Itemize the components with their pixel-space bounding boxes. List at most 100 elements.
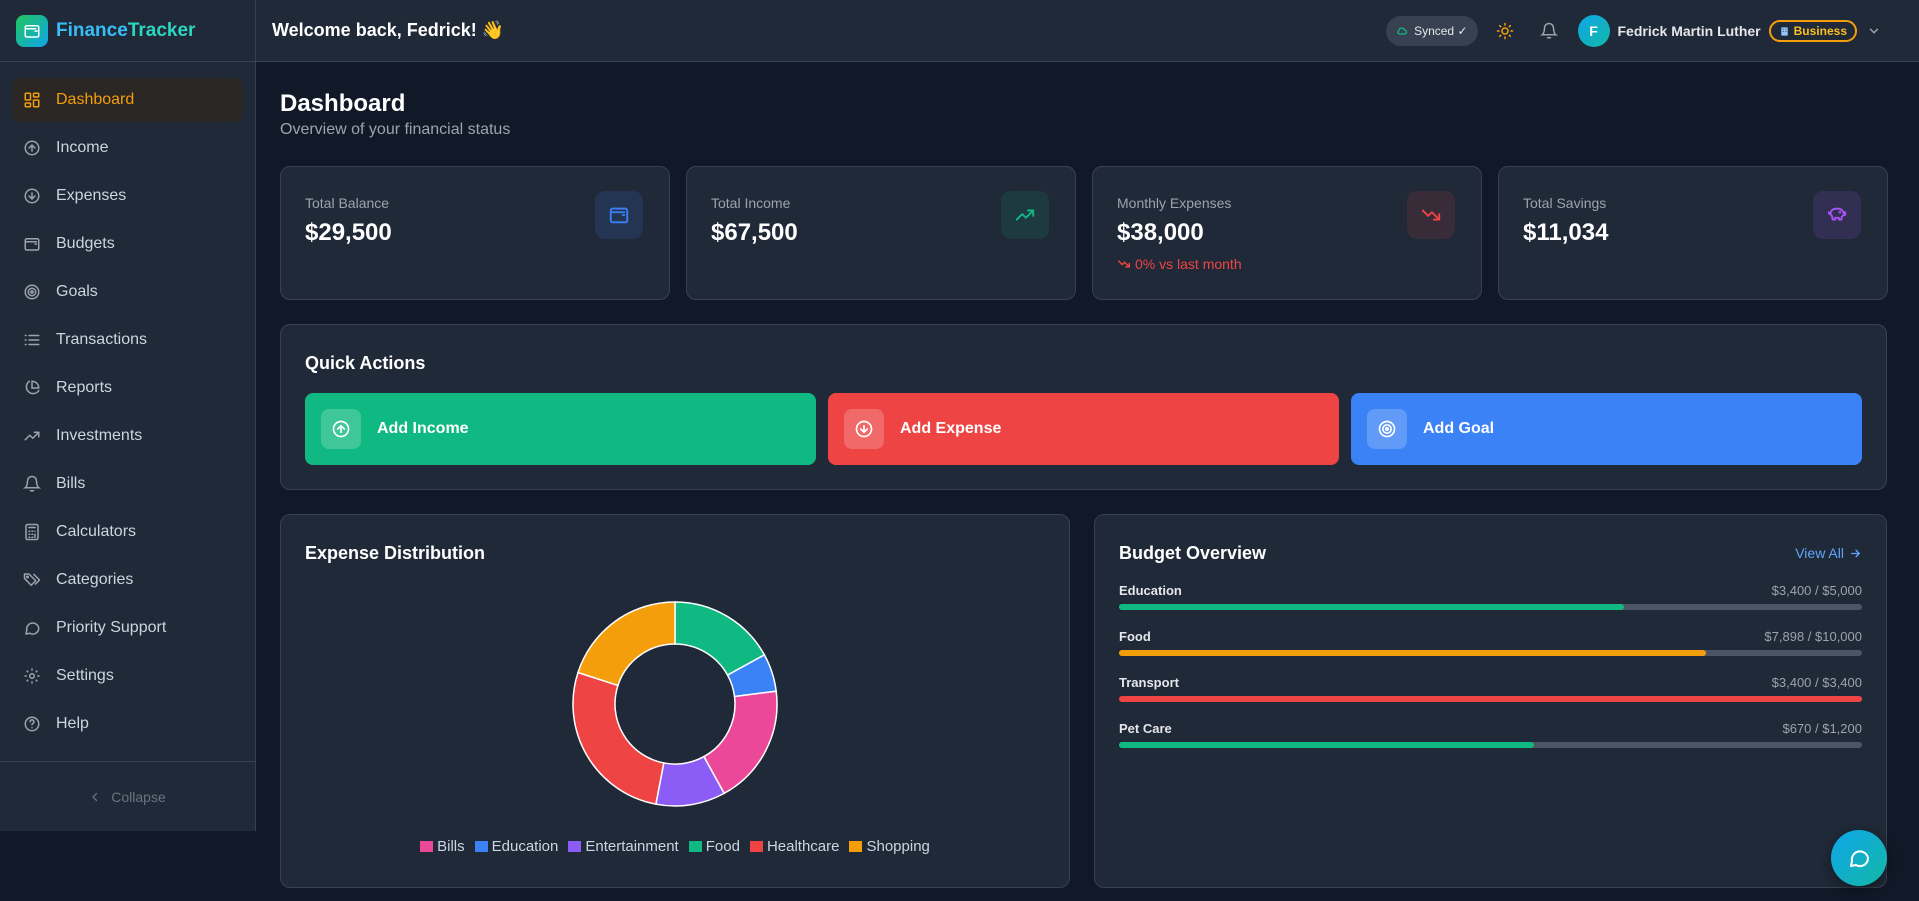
sun-icon	[1496, 22, 1514, 40]
chat-support-button[interactable]	[1831, 830, 1887, 886]
list-icon	[22, 330, 42, 350]
legend-swatch	[688, 841, 702, 852]
trending-up-icon	[22, 426, 42, 446]
add-goal-button[interactable]: Add Goal	[1351, 393, 1862, 465]
add-expense-button[interactable]: Add Expense	[828, 393, 1339, 465]
brand[interactable]: FinanceTracker	[0, 0, 255, 62]
user-name[interactable]: Fedrick Martin Luther	[1618, 23, 1761, 39]
budget-progress-track	[1119, 696, 1862, 702]
donut-slice-shopping[interactable]	[577, 601, 676, 687]
sidebar-item-income[interactable]: Income	[12, 126, 243, 170]
expense-distribution-title: Expense Distribution	[305, 543, 486, 563]
bell-icon	[1539, 22, 1558, 40]
budget-row-education[interactable]: Education $3,400 / $5,000	[1119, 583, 1862, 610]
page-title: Dashboard	[280, 90, 406, 117]
chat-bubble-icon	[1847, 846, 1871, 870]
budget-amount: $7,898 / $10,000	[1764, 629, 1862, 644]
budget-row-header: Education $3,400 / $5,000	[1119, 583, 1862, 598]
legend-item-education[interactable]: Education	[474, 838, 559, 855]
legend-swatch	[749, 841, 763, 852]
legend-swatch	[474, 841, 488, 852]
budget-row-header: Transport $3,400 / $3,400	[1119, 675, 1862, 690]
donut-slice-healthcare[interactable]	[572, 671, 665, 806]
avatar[interactable]: F	[1577, 15, 1610, 47]
dashboard-grid-icon	[22, 90, 42, 110]
view-all-link[interactable]: View All	[1795, 545, 1862, 561]
legend-label: Education	[491, 838, 559, 855]
budget-row-transport[interactable]: Transport $3,400 / $3,400	[1119, 675, 1862, 702]
budget-progress-fill	[1119, 604, 1625, 610]
collapse-button[interactable]: Collapse	[0, 761, 255, 831]
sidebar-item-priority-support[interactable]: Priority Support	[12, 606, 243, 650]
chevron-down-icon[interactable]	[1867, 24, 1881, 38]
legend-item-shopping[interactable]: Shopping	[849, 838, 930, 855]
legend-item-healthcare[interactable]: Healthcare	[749, 838, 840, 855]
sync-status-badge[interactable]: Synced ✓	[1386, 16, 1478, 46]
sidebar-item-label: Dashboard	[56, 91, 135, 108]
theme-toggle-button[interactable]	[1488, 14, 1522, 48]
sidebar-item-bills[interactable]: Bills	[12, 462, 243, 506]
sidebar-item-label: Income	[56, 139, 109, 156]
help-circle-icon	[22, 714, 42, 734]
brand-name-part1: Finance	[56, 19, 128, 41]
sidebar-item-transactions[interactable]: Transactions	[12, 318, 243, 362]
add-goal-label: Add Goal	[1423, 420, 1495, 437]
quick-actions-title: Quick Actions	[305, 353, 426, 373]
calculator-icon	[22, 522, 42, 542]
wallet-icon	[22, 234, 42, 254]
budget-row-food[interactable]: Food $7,898 / $10,000	[1119, 629, 1862, 656]
sidebar-item-help[interactable]: Help	[12, 702, 243, 746]
wallet-icon	[595, 191, 643, 239]
gear-icon	[22, 666, 42, 686]
sidebar-item-goals[interactable]: Goals	[12, 270, 243, 314]
sidebar-item-label: Categories	[56, 571, 134, 588]
quick-actions-panel: Quick Actions Add Income Add Expense Add…	[280, 324, 1887, 490]
sidebar-item-categories[interactable]: Categories	[12, 558, 243, 602]
legend-item-food[interactable]: Food	[688, 838, 740, 855]
stat-label: Total Balance	[305, 195, 390, 211]
budget-progress-fill	[1119, 650, 1706, 656]
budget-progress-fill	[1119, 696, 1862, 702]
sidebar-item-investments[interactable]: Investments	[12, 414, 243, 458]
arrow-down-circle-icon	[22, 186, 42, 206]
sidebar-item-budgets[interactable]: Budgets	[12, 222, 243, 266]
arrow-up-circle-icon	[22, 138, 42, 158]
budget-amount: $670 / $1,200	[1782, 721, 1862, 736]
stat-card-monthly-expenses: Monthly Expenses $38,000 0% vs last mont…	[1092, 166, 1482, 300]
sidebar-item-reports[interactable]: Reports	[12, 366, 243, 410]
legend-item-bills[interactable]: Bills	[420, 838, 465, 855]
budget-overview-panel: Budget Overview View All Education $3,400…	[1094, 514, 1887, 888]
add-income-button[interactable]: Add Income	[305, 393, 816, 465]
budget-category: Education	[1119, 583, 1182, 598]
legend-label: Shopping	[866, 838, 930, 855]
sidebar-item-expenses[interactable]: Expenses	[12, 174, 243, 218]
sidebar-item-label: Expenses	[56, 187, 127, 204]
notifications-button[interactable]	[1532, 14, 1566, 48]
sidebar-item-label: Help	[56, 715, 89, 732]
sidebar-item-label: Calculators	[56, 523, 137, 540]
stat-card-total-balance: Total Balance $29,500	[280, 166, 670, 300]
sidebar-item-label: Settings	[56, 667, 114, 684]
chart-legend: Bills Education Entertainment Food Healthcar…	[281, 838, 1069, 855]
sidebar-item-label: Reports	[56, 379, 113, 396]
sidebar-item-calculators[interactable]: Calculators	[12, 510, 243, 554]
legend-item-entertainment[interactable]: Entertainment	[568, 838, 679, 855]
stat-label: Total Income	[711, 195, 791, 211]
budget-row-pet-care[interactable]: Pet Care $670 / $1,200	[1119, 721, 1862, 748]
sidebar-item-label: Investments	[56, 427, 143, 444]
sidebar-item-dashboard[interactable]: Dashboard	[12, 78, 243, 122]
arrow-down-circle-icon	[844, 409, 884, 449]
stat-value: $38,000	[1117, 219, 1204, 246]
trending-down-icon	[1407, 191, 1455, 239]
sidebar-item-settings[interactable]: Settings	[12, 654, 243, 698]
legend-label: Bills	[437, 838, 465, 855]
legend-swatch	[420, 841, 434, 852]
header-actions: Synced ✓ F Fedrick Martin Luther Busines…	[1386, 14, 1881, 48]
pie-chart-icon	[22, 378, 42, 398]
stat-value: $29,500	[305, 219, 392, 246]
sidebar-item-label: Budgets	[56, 235, 115, 252]
legend-label: Healthcare	[766, 838, 840, 855]
budget-progress-track	[1119, 604, 1862, 610]
stat-value: $67,500	[711, 219, 798, 246]
budget-progress-fill	[1119, 742, 1534, 748]
